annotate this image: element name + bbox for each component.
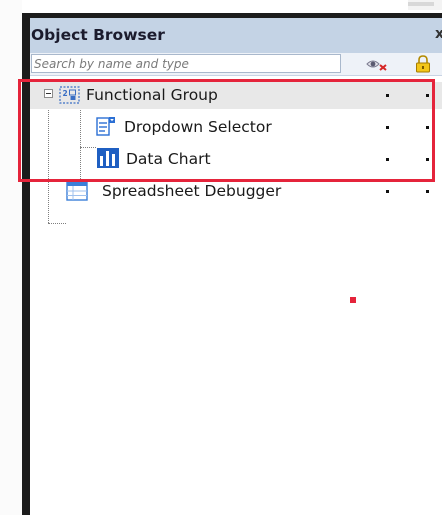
tree-item-functional-group[interactable]: 2 Functional Group: [30, 82, 442, 109]
tree-item-label: Spreadsheet Debugger: [102, 182, 282, 200]
tree-item-label: Functional Group: [86, 86, 218, 104]
status-dot: [426, 94, 429, 97]
visibility-eye-icon[interactable]: [366, 57, 388, 71]
bar-chart-icon: [97, 148, 119, 168]
status-dot: [386, 94, 389, 97]
panel-title-bar[interactable]: Object Browser x: [30, 18, 442, 53]
red-marker: [350, 297, 356, 303]
svg-text:2: 2: [63, 89, 68, 98]
tree-item-label: Dropdown Selector: [124, 118, 272, 136]
group-icon: 2: [59, 86, 80, 104]
tree-item-spreadsheet-debugger[interactable]: Spreadsheet Debugger: [30, 178, 442, 205]
spreadsheet-icon: [66, 181, 88, 201]
status-dot: [426, 126, 429, 129]
object-browser-panel: Object Browser x 2: [22, 13, 442, 515]
collapse-toggle[interactable]: [44, 89, 53, 98]
status-dot: [386, 190, 389, 193]
lock-icon[interactable]: [415, 55, 431, 73]
status-dot: [386, 126, 389, 129]
status-dot: [386, 158, 389, 161]
background-left-strip: [0, 0, 22, 515]
tree-connector: [48, 223, 66, 224]
status-dot: [426, 158, 429, 161]
panel-title: Object Browser: [31, 26, 165, 44]
tree-item-data-chart[interactable]: Data Chart: [30, 146, 442, 173]
search-row: [30, 53, 442, 76]
dropdown-selector-icon: [96, 117, 115, 136]
search-input[interactable]: [31, 54, 341, 73]
tree-item-dropdown-selector[interactable]: Dropdown Selector: [30, 114, 442, 141]
close-button[interactable]: x: [435, 26, 442, 42]
background-top-strip: [408, 0, 442, 10]
object-tree: 2 Functional Group Dropdown Selector Dat…: [30, 76, 442, 496]
status-dot: [426, 190, 429, 193]
tree-item-label: Data Chart: [126, 150, 211, 168]
